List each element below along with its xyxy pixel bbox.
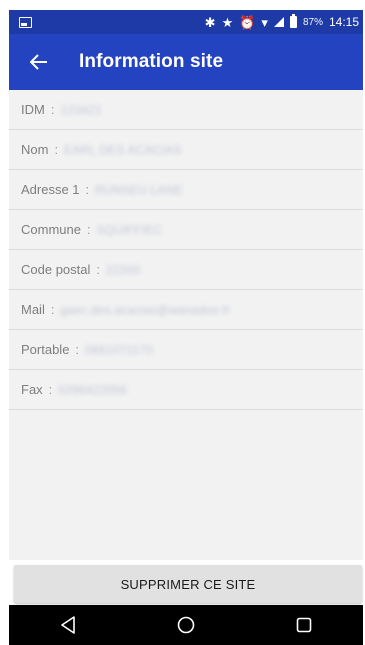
field-value: 0661071170	[85, 342, 153, 357]
field-separator: :	[96, 262, 101, 277]
status-bar: ✱ ★ ⏰ ▾ 87% 14:15	[9, 10, 363, 34]
system-nav-bar	[9, 605, 363, 645]
field-row-portable: Portable : 0661071170	[9, 330, 363, 370]
field-separator: :	[50, 102, 55, 117]
field-label: Mail	[21, 302, 45, 317]
field-row-nom: Nom : EARL DES ACACIAS	[9, 130, 363, 170]
field-value: gaec.des.acacias@wanadoo.fr	[60, 302, 231, 317]
field-row-fax: Fax : 0296422056	[9, 370, 363, 410]
signal-icon	[273, 17, 284, 27]
field-label: IDM	[21, 102, 45, 117]
clock: 14:15	[328, 15, 359, 29]
field-separator: :	[48, 382, 53, 397]
field-row-adresse: Adresse 1 : RUNSEU LANE	[9, 170, 363, 210]
field-row-idm: IDM : 123421	[9, 90, 363, 130]
field-value: 123421	[60, 102, 102, 117]
field-separator: :	[85, 182, 90, 197]
field-label: Code postal	[21, 262, 91, 277]
field-label: Adresse 1	[21, 182, 80, 197]
field-separator: :	[86, 222, 91, 237]
back-triangle-icon[interactable]	[48, 610, 88, 640]
field-value: RUNSEU LANE	[95, 182, 183, 197]
home-circle-icon[interactable]	[166, 610, 206, 640]
delete-site-button[interactable]: SUPPRIMER CE SITE	[14, 565, 362, 603]
field-label: Fax	[21, 382, 43, 397]
status-icons: ✱ ★ ⏰ ▾ 87% 14:15	[204, 14, 359, 30]
wifi-icon: ▾	[261, 14, 268, 30]
field-value: 0296422056	[58, 382, 128, 397]
field-value: 22200	[106, 262, 141, 277]
image-notification-icon	[19, 16, 32, 28]
field-separator: :	[75, 342, 80, 357]
site-info-list: IDM : 123421 Nom : EARL DES ACACIAS Adre…	[9, 90, 363, 560]
field-value: EARL DES ACACIAS	[64, 142, 182, 157]
field-label: Nom	[21, 142, 49, 157]
field-separator: :	[54, 142, 59, 157]
app-bar: Information site	[9, 34, 363, 90]
recents-square-icon[interactable]	[284, 610, 324, 640]
field-label: Commune	[21, 222, 81, 237]
battery-icon	[289, 14, 297, 28]
field-label: Portable	[21, 342, 70, 357]
star-icon: ★	[221, 14, 234, 30]
field-row-commune: Commune : SQUIFFIEC	[9, 210, 363, 250]
bluetooth-icon: ✱	[204, 14, 216, 30]
alarm-icon: ⏰	[239, 14, 256, 30]
arrow-left-icon[interactable]	[19, 42, 59, 82]
field-separator: :	[50, 302, 55, 317]
field-value: SQUIFFIEC	[96, 222, 163, 237]
page-title: Information site	[79, 51, 224, 72]
field-row-mail: Mail : gaec.des.acacias@wanadoo.fr	[9, 290, 363, 330]
screen: ✱ ★ ⏰ ▾ 87% 14:15 Information site IDM :…	[0, 0, 365, 645]
field-row-code-postal: Code postal : 22200	[9, 250, 363, 290]
battery-percent: 87%	[302, 16, 323, 28]
